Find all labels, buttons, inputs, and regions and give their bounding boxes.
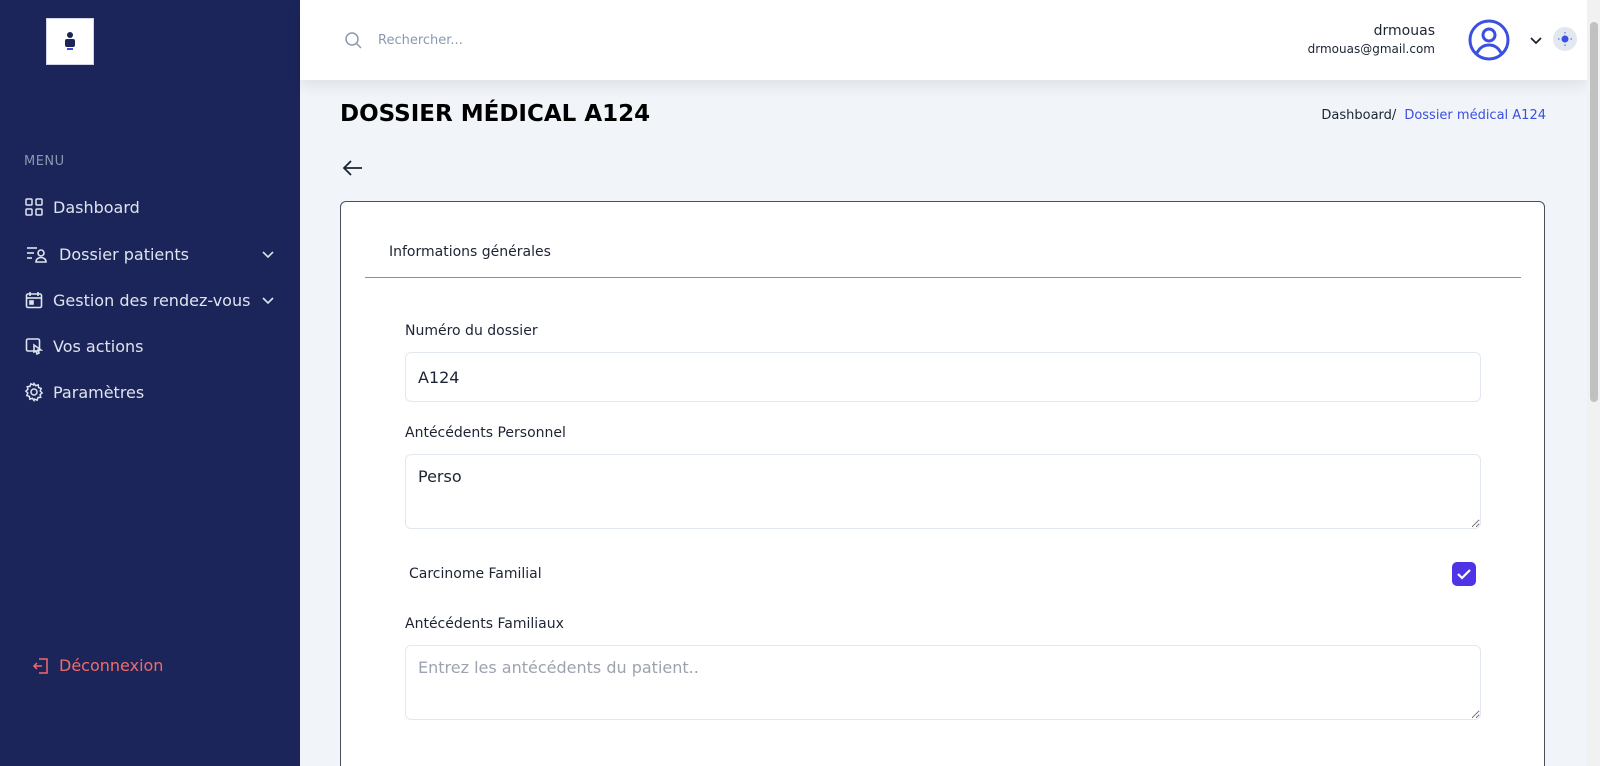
sidebar-item-dashboard[interactable]: Dashboard (24, 192, 276, 222)
sidebar-item-label: Gestion des rendez-vous (53, 290, 251, 310)
user-email: drmouas@gmail.com (1307, 42, 1435, 56)
app-logo[interactable] (46, 18, 94, 65)
chevron-down-icon (262, 251, 274, 259)
actions-icon (24, 336, 44, 356)
sidebar-item-label: Dossier patients (59, 244, 190, 264)
breadcrumb: Dashboard/ Dossier médical A124 (1321, 108, 1546, 123)
menu-section-label: MENU (24, 154, 65, 169)
personal-history-label: Antécédents Personnel (405, 425, 566, 441)
breadcrumb-dashboard[interactable]: Dashboard/ (1321, 108, 1396, 123)
personal-history-textarea[interactable]: Perso (405, 454, 1481, 529)
check-icon (1457, 569, 1471, 580)
logo-icon (65, 31, 75, 50)
user-name: drmouas (1373, 23, 1435, 39)
dossier-number-label: Numéro du dossier (405, 323, 538, 339)
chevron-down-icon[interactable] (1528, 32, 1544, 48)
top-header: drmouas drmouas@gmail.com (300, 0, 1587, 80)
page-title: DOSSIER MÉDICAL A124 (340, 101, 651, 127)
search-input[interactable] (378, 28, 778, 52)
patients-list-icon (24, 244, 50, 264)
calendar-icon (24, 290, 44, 310)
logout-icon (32, 657, 48, 674)
grid-icon (24, 197, 44, 217)
sidebar-item-vos-actions[interactable]: Vos actions (24, 331, 276, 361)
family-carcinoma-label: Carcinome Familial (409, 566, 542, 582)
family-history-textarea[interactable] (405, 645, 1481, 720)
page-scrollbar[interactable] (1587, 0, 1600, 766)
sidebar-item-parametres[interactable]: Paramètres (24, 377, 276, 407)
family-carcinoma-checkbox[interactable] (1452, 562, 1476, 586)
breadcrumb-current: Dossier médical A124 (1404, 108, 1546, 123)
logout-button[interactable]: Déconnexion (32, 656, 163, 675)
gear-icon (24, 382, 44, 402)
sidebar-item-label: Vos actions (53, 336, 144, 356)
sidebar: MENU Dashboard Dossier patients Gestion (0, 0, 300, 766)
chevron-down-icon (262, 297, 274, 305)
back-arrow-icon[interactable] (342, 159, 364, 177)
tab-informations-generales[interactable]: Informations générales (389, 244, 551, 260)
search-icon[interactable] (344, 31, 362, 49)
family-history-label: Antécédents Familiaux (405, 616, 564, 632)
sidebar-item-rendez-vous[interactable]: Gestion des rendez-vous (24, 285, 276, 315)
dossier-number-input[interactable] (405, 352, 1481, 402)
sun-icon (1558, 32, 1572, 46)
avatar-icon[interactable] (1468, 19, 1510, 61)
scrollbar-thumb[interactable] (1590, 22, 1598, 402)
sidebar-item-dossier-patients[interactable]: Dossier patients (24, 239, 276, 269)
tab-divider (365, 277, 1521, 278)
medical-record-card: Informations générales Numéro du dossier… (340, 201, 1545, 766)
sidebar-item-label: Paramètres (53, 382, 145, 402)
sidebar-item-label: Dashboard (53, 197, 140, 217)
logout-label: Déconnexion (59, 656, 164, 675)
theme-toggle[interactable] (1553, 27, 1577, 51)
